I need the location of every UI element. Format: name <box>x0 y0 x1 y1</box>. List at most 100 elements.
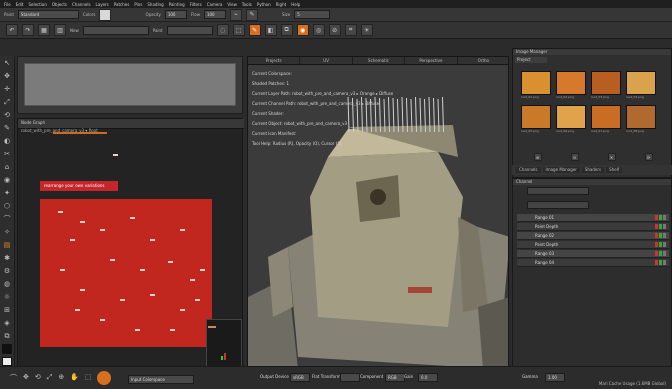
graph-node[interactable] <box>120 299 125 301</box>
layer-row[interactable]: Paint Depth <box>517 241 669 249</box>
menu-item[interactable]: Tools <box>242 2 252 7</box>
graph-node[interactable] <box>75 309 80 311</box>
layer-visibility-icons[interactable] <box>655 260 667 265</box>
pressure-icon[interactable]: ⌁ <box>229 8 242 21</box>
graph-node[interactable] <box>180 229 185 231</box>
left-tool-icon[interactable]: ◍ <box>2 279 12 289</box>
new-field[interactable] <box>82 25 149 35</box>
graph-node[interactable] <box>130 217 135 219</box>
channel-select[interactable] <box>527 187 589 195</box>
graph-node[interactable] <box>135 329 140 331</box>
undo-icon[interactable]: ↶ <box>6 24 18 36</box>
grid-icon[interactable]: ▦ <box>38 24 50 36</box>
image-thumbnail[interactable] <box>591 105 621 129</box>
color-wheel-icon[interactable] <box>97 371 111 385</box>
flow-field[interactable]: 100 <box>203 10 226 19</box>
redo-icon[interactable]: ↷ <box>22 24 34 36</box>
black-swatch[interactable] <box>2 344 12 354</box>
menu-item[interactable]: Pins <box>134 2 142 7</box>
layer-filter-field[interactable] <box>527 201 589 209</box>
input-colorspace[interactable]: Input Colorspace <box>128 375 194 384</box>
shelf-tab[interactable]: Channels <box>516 167 541 173</box>
graph-node[interactable] <box>100 229 105 231</box>
menu-item[interactable]: Edit <box>16 2 24 7</box>
left-tool-icon[interactable]: ✦ <box>2 188 12 198</box>
menu-item[interactable]: Python <box>257 2 271 7</box>
menu-item[interactable]: Patches <box>114 2 130 7</box>
rearrange-button[interactable]: rearrange your own variations <box>40 181 118 191</box>
left-tool-icon[interactable]: ✥ <box>2 71 12 81</box>
left-tool-icon[interactable]: ⟲ <box>2 110 12 120</box>
left-tool-icon[interactable]: ▤ <box>2 240 12 250</box>
graph-node[interactable] <box>113 154 118 156</box>
left-tool-icon[interactable]: ⌂ <box>2 162 12 172</box>
menu-item[interactable]: Layers <box>96 2 109 7</box>
image-thumbnail[interactable] <box>626 71 656 95</box>
left-tool-icon[interactable]: ⤢ <box>2 97 12 107</box>
layer-visibility-icons[interactable] <box>655 242 667 247</box>
menu-item[interactable]: Help <box>291 2 300 7</box>
graph-node[interactable] <box>80 221 85 223</box>
menu-item[interactable]: File <box>4 2 11 7</box>
gamma-field[interactable]: 1.00 <box>545 373 565 382</box>
paint-brush-icon[interactable]: ✎ <box>248 24 261 36</box>
rotate-tool-icon[interactable]: ⟲ <box>35 373 41 383</box>
image-thumbnail[interactable] <box>591 71 621 95</box>
frame-tool-icon[interactable]: ⬚ <box>85 373 92 383</box>
wire-icon[interactable]: ⌗ <box>344 24 357 36</box>
viewport-tab[interactable]: Schematic <box>353 57 406 64</box>
import-icon[interactable]: ⊕ <box>533 153 542 161</box>
shelf-tab[interactable]: Shaders <box>581 167 605 173</box>
layer-row[interactable]: Range 03 <box>517 250 669 258</box>
layer-visibility-icons[interactable] <box>655 233 667 238</box>
menu-item[interactable]: Painting <box>169 2 185 7</box>
left-tool-icon[interactable]: ⌒ <box>2 214 12 224</box>
layer-row[interactable]: Range 01 <box>517 214 669 222</box>
fill-icon[interactable]: ◧ <box>264 24 277 36</box>
paint-field[interactable] <box>166 25 213 35</box>
bake-icon[interactable]: ◎ <box>312 24 325 36</box>
project-icon[interactable]: ◉ <box>296 24 309 36</box>
export-icon[interactable]: ⊖ <box>570 153 579 161</box>
viewport-tab[interactable]: Perspective <box>405 57 458 64</box>
image-thumbnail[interactable] <box>556 71 586 95</box>
refresh-icon[interactable]: ⟳ <box>644 153 653 161</box>
left-tool-icon[interactable]: ☼ <box>2 292 12 302</box>
select-icon[interactable]: ⬚ <box>232 24 245 36</box>
move-tool-icon[interactable]: ✥ <box>23 373 29 383</box>
graph-node[interactable] <box>168 261 173 263</box>
graph-node[interactable] <box>170 329 175 331</box>
graph-node[interactable] <box>58 211 63 213</box>
layer-row[interactable]: Range 04 <box>517 259 669 267</box>
left-tool-icon[interactable]: ✂ <box>2 149 12 159</box>
clear-icon[interactable]: ⊘ <box>328 24 341 36</box>
menu-item[interactable]: View <box>227 2 237 7</box>
left-tool-icon[interactable]: ⊞ <box>2 305 12 315</box>
left-tool-icon[interactable]: ⚙ <box>2 266 12 276</box>
viewport-tab[interactable]: Ortho <box>458 57 508 64</box>
left-tool-icon[interactable]: ✱ <box>2 253 12 263</box>
lighting-icon[interactable]: ☀ <box>360 24 373 36</box>
left-tool-icon[interactable]: ✎ <box>2 123 12 133</box>
layer-row[interactable]: Range 02 <box>517 232 669 240</box>
image-manager-tab[interactable]: Project <box>515 57 547 63</box>
lasso-icon[interactable]: ◌ <box>216 24 229 36</box>
pan-tool-icon[interactable]: ✋ <box>70 373 79 383</box>
menu-item[interactable]: Objects <box>52 2 67 7</box>
graph-node[interactable] <box>200 269 205 271</box>
left-tool-icon[interactable]: ↖ <box>2 58 12 68</box>
left-tool-icon[interactable]: ◐ <box>2 136 12 146</box>
layer-visibility-icons[interactable] <box>655 251 667 256</box>
graph-node[interactable] <box>150 294 155 296</box>
menu-item[interactable]: Filters <box>190 2 202 7</box>
delete-icon[interactable]: ✕ <box>607 153 616 161</box>
menu-item[interactable]: Camera <box>207 2 223 7</box>
flat-transform-select[interactable] <box>340 373 360 382</box>
image-thumbnail[interactable] <box>556 105 586 129</box>
menu-item[interactable]: Shading <box>147 2 163 7</box>
left-tool-icon[interactable]: ⬡ <box>2 201 12 211</box>
viewport-tab[interactable]: UV <box>300 57 353 64</box>
left-tool-icon[interactable]: ✛ <box>2 84 12 94</box>
menu-item[interactable]: Channels <box>72 2 91 7</box>
menu-item[interactable]: Selection <box>28 2 46 7</box>
